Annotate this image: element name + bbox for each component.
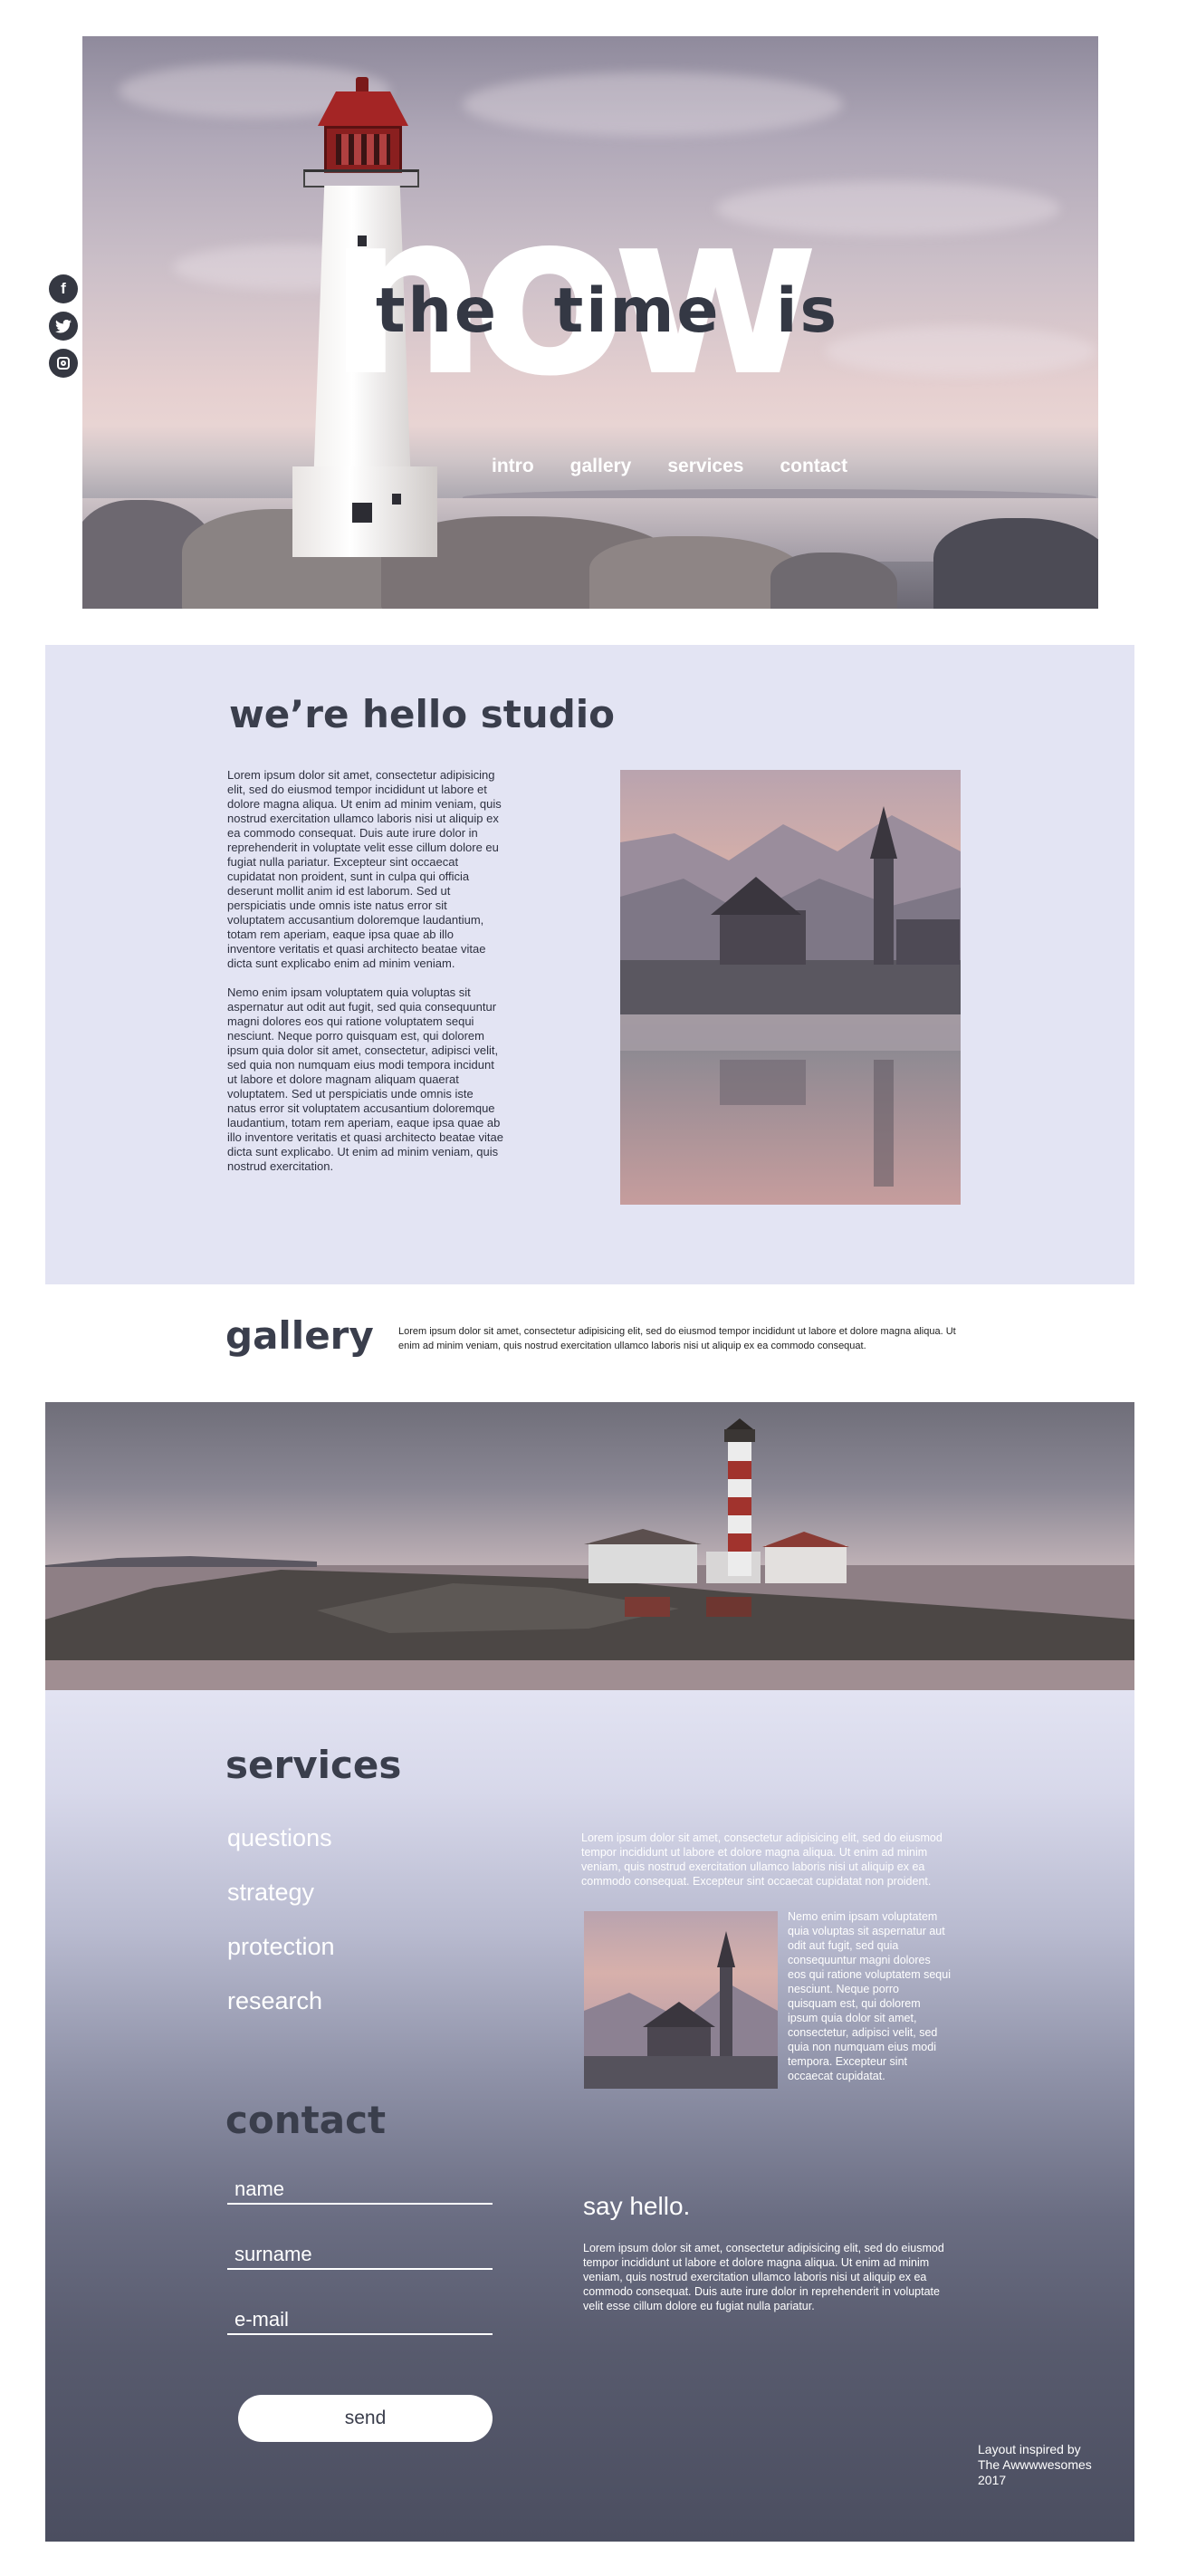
gallery-description: Lorem ipsum dolor sit amet, consectetur … [398, 1326, 956, 1351]
hero-cloud [825, 326, 1096, 376]
credit-line: Layout inspired by [978, 2442, 1081, 2456]
name-field [227, 2176, 493, 2205]
contact-title: contact [225, 2098, 387, 2142]
say-hello-text: Lorem ipsum dolor sit amet, consectetur … [583, 2242, 944, 2312]
twitter-icon[interactable] [49, 312, 78, 341]
services-intro-text: Lorem ipsum dolor sit amet, consectetur … [581, 1831, 943, 1888]
facebook-icon[interactable]: f [49, 274, 78, 303]
hero-rocks [82, 500, 1098, 609]
instagram-icon[interactable] [49, 349, 78, 378]
nav-intro[interactable]: intro [492, 456, 534, 477]
services-item-questions[interactable]: questions [227, 1824, 335, 1879]
social-links: f [49, 274, 78, 378]
footer-credit: Layout inspired by The Awwwwesomes 2017 [978, 2442, 1123, 2488]
surname-input[interactable] [227, 2241, 493, 2268]
hero-cloud [463, 72, 843, 136]
gallery-panorama-photo [45, 1402, 1134, 1690]
nav-gallery[interactable]: gallery [570, 456, 632, 477]
gallery-title: gallery [225, 1313, 374, 1358]
services-title: services [225, 1743, 402, 1787]
say-hello-heading: say hello. [583, 2192, 691, 2220]
services-list: questions strategy protection research [227, 1824, 335, 2042]
nav-contact[interactable]: contact [780, 456, 847, 477]
services-church-photo [584, 1911, 778, 2089]
hero-headline: the time is [376, 275, 839, 347]
intro-title: we’re hello studio [229, 692, 616, 736]
surname-field [227, 2241, 493, 2270]
hero-banner: now the time is intro gallery services c… [82, 36, 1098, 609]
intro-paragraph: Nemo enim ipsam voluptatem quia voluptas… [227, 985, 503, 1173]
lake-church-photo [620, 770, 961, 1205]
services-side-text: Nemo enim ipsam voluptatem quia voluptas… [788, 1910, 951, 2082]
services-contact-section: services questions strategy protection r… [45, 1690, 1134, 2542]
credit-line: 2017 [978, 2473, 1007, 2487]
services-item-strategy[interactable]: strategy [227, 1879, 335, 1933]
intro-paragraph: Lorem ipsum dolor sit amet, consectetur … [227, 768, 502, 970]
intro-section: we’re hello studio Lorem ipsum dolor sit… [45, 645, 1134, 1284]
services-item-research[interactable]: research [227, 1987, 335, 2042]
facebook-glyph: f [61, 280, 66, 297]
main-nav: intro gallery services contact [492, 456, 847, 477]
email-field [227, 2306, 493, 2335]
intro-text: Lorem ipsum dolor sit amet, consectetur … [227, 768, 503, 1174]
credit-line[interactable]: The Awwwwesomes [978, 2457, 1123, 2473]
services-item-protection[interactable]: protection [227, 1933, 335, 1987]
nav-services[interactable]: services [667, 456, 743, 477]
email-input[interactable] [227, 2306, 493, 2333]
send-button[interactable]: send [238, 2395, 493, 2442]
name-input[interactable] [227, 2176, 493, 2203]
